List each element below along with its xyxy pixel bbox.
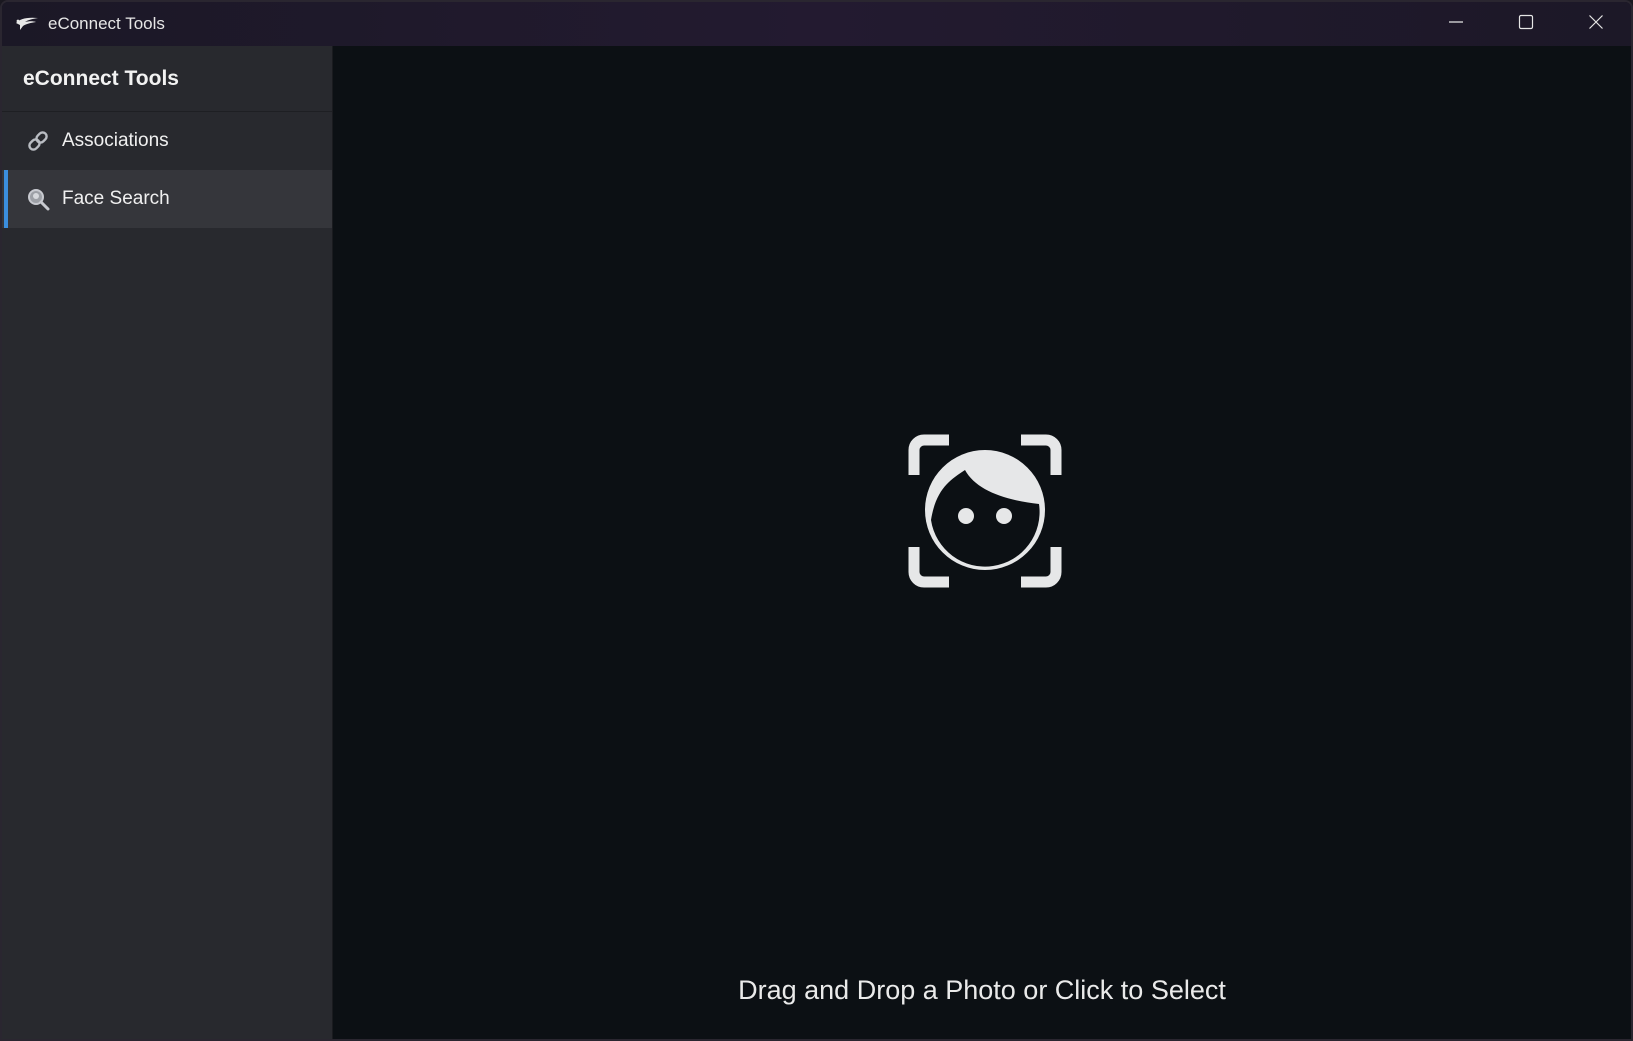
drop-prompt: Drag and Drop a Photo or Click to Select (738, 975, 1226, 1005)
photo-drop-zone[interactable]: Drag and Drop a Photo or Click to Select (333, 46, 1631, 1039)
sidebar-item-associations[interactable]: Associations (2, 112, 332, 170)
title-bar[interactable]: eConnect Tools (2, 2, 1631, 46)
sidebar-item-label: Associations (62, 130, 169, 151)
sidebar-title: eConnect Tools (2, 46, 332, 112)
link-icon (25, 128, 51, 154)
close-icon (1588, 14, 1604, 35)
minimize-button[interactable] (1421, 2, 1491, 46)
face-scan-icon (908, 434, 1062, 588)
bird-logo-icon (14, 14, 40, 34)
window-title: eConnect Tools (48, 14, 165, 33)
app-window: eConnect Tools eConnect Tools Associatio… (0, 0, 1633, 1041)
face-search-icon (25, 186, 51, 212)
maximize-icon (1518, 14, 1534, 35)
close-button[interactable] (1561, 2, 1631, 46)
window-controls (1421, 2, 1631, 46)
sidebar-item-face-search[interactable]: Face Search (2, 170, 332, 228)
minimize-icon (1448, 14, 1464, 35)
sidebar: eConnect Tools Associations Face Search (2, 46, 333, 1039)
sidebar-item-label: Face Search (62, 188, 170, 209)
maximize-button[interactable] (1491, 2, 1561, 46)
